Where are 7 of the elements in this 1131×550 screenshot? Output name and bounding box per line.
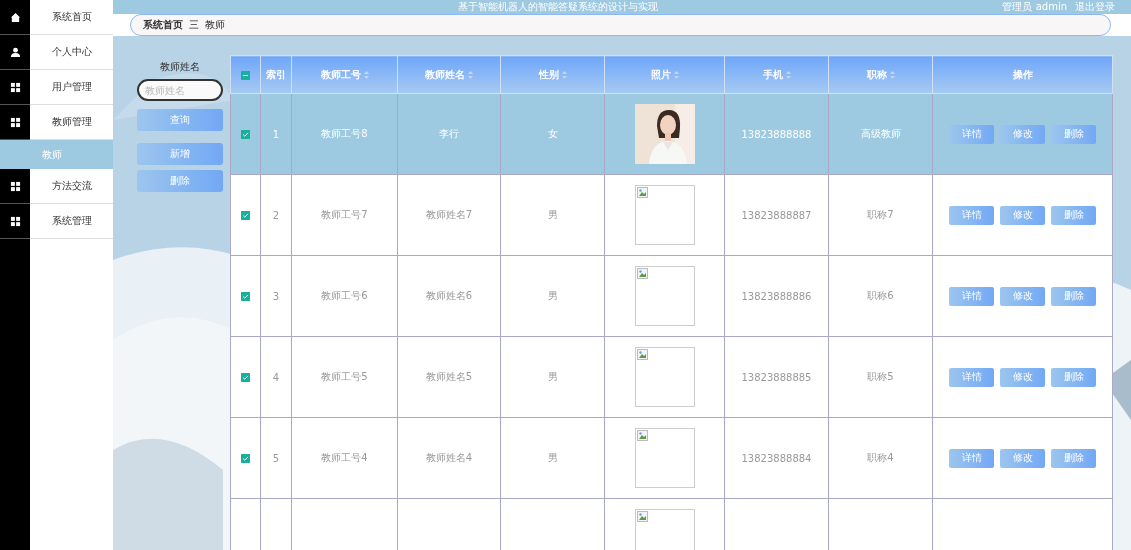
grid-icon bbox=[9, 116, 21, 128]
grid-icon bbox=[9, 81, 21, 93]
home-icon bbox=[9, 11, 21, 23]
sidebar-subitem[interactable]: 教师 bbox=[0, 140, 113, 169]
grid-icon bbox=[9, 180, 21, 192]
grid-icon bbox=[9, 215, 21, 227]
user-icon bbox=[9, 46, 21, 58]
